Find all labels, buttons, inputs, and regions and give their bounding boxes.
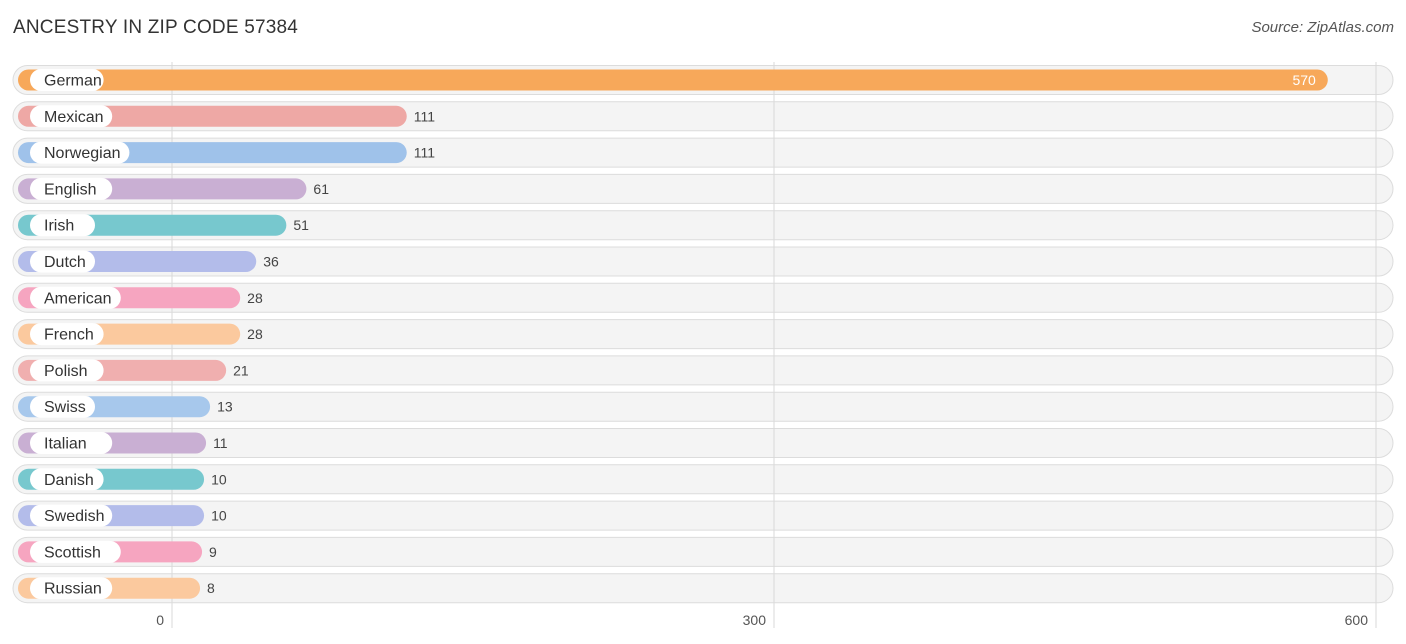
category-label: Irish bbox=[44, 218, 74, 235]
bar-group: Mexican 111 bbox=[18, 105, 435, 128]
x-tick-label: 300 bbox=[743, 612, 767, 628]
value-label: 9 bbox=[209, 544, 217, 560]
category-label: Russian bbox=[44, 581, 102, 598]
category-label: Danish bbox=[44, 472, 94, 489]
bar-group: Swedish 10 bbox=[18, 504, 227, 527]
value-label: 28 bbox=[247, 326, 263, 342]
bar-group: Norwegian 111 bbox=[18, 141, 435, 164]
value-label: 36 bbox=[263, 254, 279, 270]
bar-group: Russian 8 bbox=[18, 577, 215, 600]
bar-group: English 61 bbox=[18, 177, 329, 200]
value-label: 51 bbox=[293, 217, 309, 233]
value-label: 111 bbox=[414, 108, 435, 124]
value-label: 13 bbox=[217, 399, 233, 415]
bar-group: German 570 bbox=[18, 69, 1328, 91]
x-tick-label: 0 bbox=[156, 612, 164, 628]
value-label: 28 bbox=[247, 290, 263, 306]
x-tick-label: 600 bbox=[1345, 612, 1369, 628]
row-background bbox=[12, 536, 1394, 567]
bar-group: Scottish 9 bbox=[18, 540, 217, 563]
bar-group: Irish 51 bbox=[18, 214, 309, 237]
bar-chart: 0 300 600 German 570 Mexican 111 Norwegian 111 En… bbox=[12, 62, 1394, 628]
category-label: English bbox=[44, 181, 96, 198]
bar-group: Polish 21 bbox=[18, 359, 249, 382]
value-label: 111 bbox=[414, 145, 435, 161]
category-label: Scottish bbox=[44, 544, 101, 561]
value-label: 61 bbox=[313, 181, 329, 197]
category-label: Swedish bbox=[44, 508, 104, 525]
bar-group: Italian 11 bbox=[18, 432, 228, 454]
category-label: Norwegian bbox=[44, 145, 120, 162]
bar-group: Swiss 13 bbox=[18, 395, 233, 418]
category-label: Mexican bbox=[44, 109, 104, 126]
value-label: 570 bbox=[1292, 72, 1316, 88]
value-label: 11 bbox=[213, 435, 228, 451]
category-label: American bbox=[44, 290, 112, 307]
category-label: Italian bbox=[44, 436, 87, 453]
bar bbox=[18, 69, 1328, 91]
bar-group: Dutch 36 bbox=[18, 250, 279, 273]
category-label: German bbox=[44, 73, 102, 90]
category-label: French bbox=[44, 327, 94, 344]
bar-group: Danish 10 bbox=[18, 468, 227, 491]
bar-group: French 28 bbox=[18, 323, 263, 346]
value-label: 10 bbox=[211, 508, 227, 524]
category-label: Dutch bbox=[44, 254, 86, 271]
row-background bbox=[12, 573, 1394, 604]
category-label: Polish bbox=[44, 363, 88, 380]
bar-group: American 28 bbox=[18, 286, 263, 309]
category-label: Swiss bbox=[44, 399, 86, 416]
value-label: 21 bbox=[233, 362, 249, 378]
value-label: 10 bbox=[211, 471, 227, 487]
value-label: 8 bbox=[207, 580, 215, 596]
